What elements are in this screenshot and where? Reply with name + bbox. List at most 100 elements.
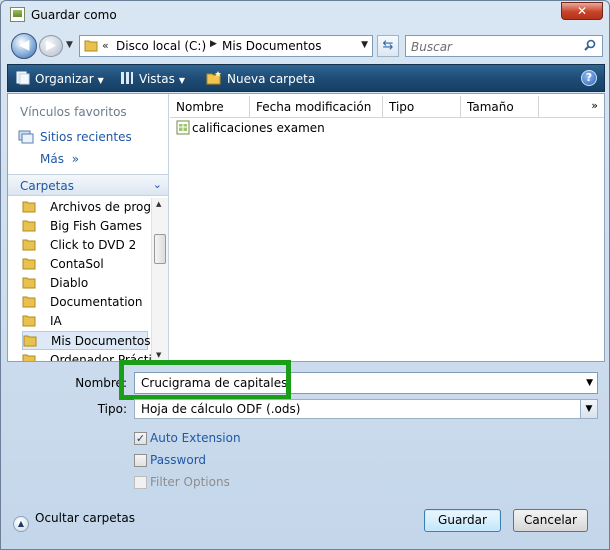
tree-item-ia[interactable]: IA	[22, 312, 151, 331]
folder-tree-scrollbar[interactable]: ▲ ▼	[151, 198, 168, 361]
file-name: calificaciones examen	[192, 121, 325, 135]
folder-icon	[22, 315, 36, 327]
organize-icon	[16, 71, 30, 85]
auto-extension-checkbox[interactable]: ✓	[134, 432, 147, 445]
views-label: Vistas	[139, 72, 175, 86]
breadcrumb-mis-documentos[interactable]: Mis Documentos	[222, 39, 322, 53]
filter-options-checkbox	[134, 476, 147, 489]
app-icon	[10, 7, 25, 22]
favorite-recent-places-label: Sitios recientes	[40, 130, 132, 144]
chevron-up-icon: ▲	[13, 516, 29, 532]
folder-tree: Archivos de programa Big Fish Games Clic…	[8, 198, 151, 361]
scrollbar-thumb[interactable]	[154, 234, 166, 264]
scroll-up-icon[interactable]: ▲	[156, 200, 161, 208]
back-button[interactable]: ◀	[11, 33, 37, 59]
window-title: Guardar como	[31, 8, 117, 22]
folder-icon	[22, 296, 36, 308]
help-icon[interactable]: ?	[581, 70, 597, 86]
file-list-pane: Nombre Fecha modificación Tipo Tamaño » …	[170, 94, 604, 361]
scroll-down-icon[interactable]: ▼	[156, 351, 161, 359]
tree-item-archivos-de-programa[interactable]: Archivos de programa	[22, 198, 151, 217]
save-form: Nombre: Crucigrama de capitales ▼ Tipo: …	[7, 360, 605, 503]
organize-caret-icon: ▼	[97, 76, 104, 85]
folder-icon	[84, 40, 98, 52]
spreadsheet-file-icon	[176, 120, 190, 135]
tree-item-mis-documentos[interactable]: Mis Documentos	[22, 331, 151, 350]
address-dropdown-icon[interactable]: ▼	[361, 40, 368, 50]
save-button[interactable]: Guardar	[424, 509, 501, 532]
tree-item-diablo[interactable]: Diablo	[22, 274, 151, 293]
file-type-dropdown-icon[interactable]: ▼	[580, 400, 597, 418]
hide-folders-toggle[interactable]: ▲ Ocultar carpetas	[13, 511, 135, 532]
folders-header: Carpetas	[20, 179, 74, 193]
new-folder-label: Nueva carpeta	[227, 72, 316, 86]
tree-item-label: Click to DVD 2	[50, 238, 137, 252]
folder-icon	[22, 277, 36, 289]
tree-item-label: ContaSol	[50, 257, 104, 271]
address-overflow-icon[interactable]: «	[102, 39, 109, 52]
navigation-bar: ◀ ▶ ▼ « Disco local (C:) ▶ Mis Documento…	[7, 31, 605, 61]
folder-icon	[23, 335, 37, 347]
address-bar[interactable]: « Disco local (C:) ▶ Mis Documentos ▼	[79, 35, 373, 57]
tree-item-contasol[interactable]: ContaSol	[22, 255, 151, 274]
folder-icon	[22, 220, 36, 232]
recent-places-icon	[18, 130, 34, 144]
search-icon[interactable]	[584, 39, 596, 51]
breadcrumb-separator-icon[interactable]: ▶	[210, 39, 217, 49]
search-input[interactable]: Buscar	[405, 35, 603, 57]
organize-button[interactable]: Organizar ▼	[16, 71, 104, 86]
tree-item-label: Documentation	[50, 295, 143, 309]
save-as-dialog: Guardar como ✕ ◀ ▶ ▼ « Disco local (C:) …	[0, 0, 610, 550]
folder-icon	[22, 239, 36, 251]
folder-icon	[22, 258, 36, 270]
cancel-button[interactable]: Cancelar	[513, 509, 588, 532]
folders-header-bar[interactable]: Carpetas ⌄	[8, 174, 168, 196]
views-icon	[121, 72, 133, 84]
password-label: Password	[150, 453, 207, 467]
command-toolbar: Organizar ▼ Vistas ▼ Nueva carpeta ?	[7, 64, 605, 92]
tree-item-documentation[interactable]: Documentation	[22, 293, 151, 312]
breadcrumb-disco-local[interactable]: Disco local (C:)	[116, 39, 206, 53]
title-bar: Guardar como ✕	[1, 1, 609, 29]
file-name-label: Nombre:	[75, 376, 127, 390]
file-type-value: Hoja de cálculo ODF (.ods)	[141, 402, 301, 416]
file-item[interactable]: calificaciones examen	[176, 120, 325, 135]
column-header-row: Nombre Fecha modificación Tipo Tamaño »	[170, 96, 604, 118]
tree-item-label: Mis Documentos	[51, 334, 151, 348]
views-caret-icon: ▼	[178, 76, 185, 85]
close-button[interactable]: ✕	[561, 2, 603, 20]
refresh-button[interactable]: ⇆	[377, 35, 399, 57]
more-columns-icon[interactable]: »	[591, 99, 598, 112]
column-header-fecha[interactable]: Fecha modificación	[250, 96, 383, 118]
file-type-label: Tipo:	[97, 402, 127, 416]
tree-item-big-fish-games[interactable]: Big Fish Games	[22, 217, 151, 236]
column-header-tamano[interactable]: Tamaño	[461, 96, 539, 118]
chevron-down-icon[interactable]: ⌄	[153, 178, 162, 191]
recent-pages-dropdown-icon[interactable]: ▼	[66, 40, 73, 50]
folder-icon	[22, 201, 36, 213]
column-header-nombre[interactable]: Nombre	[170, 96, 250, 118]
tree-item-label: Big Fish Games	[50, 219, 143, 233]
tree-item-click-to-dvd[interactable]: Click to DVD 2	[22, 236, 151, 255]
column-header-tipo[interactable]: Tipo	[383, 96, 461, 118]
password-checkbox[interactable]	[134, 454, 147, 467]
filter-options-label: Filter Options	[150, 475, 230, 489]
search-placeholder: Buscar	[411, 40, 452, 54]
auto-extension-label: Auto Extension	[150, 431, 241, 445]
tree-item-label: Diablo	[50, 276, 89, 290]
file-name-dropdown-icon[interactable]: ▼	[586, 378, 593, 388]
forward-button[interactable]: ▶	[39, 35, 63, 57]
navigation-pane: Vínculos favoritos Sitios recientes Más …	[8, 94, 169, 361]
file-type-select[interactable]: Hoja de cálculo ODF (.ods) ▼	[134, 399, 598, 419]
views-button[interactable]: Vistas ▼	[120, 71, 185, 86]
browser-content: Vínculos favoritos Sitios recientes Más …	[7, 93, 605, 362]
tree-item-label: Archivos de programa	[50, 200, 151, 214]
new-folder-icon	[206, 71, 221, 85]
favorites-header: Vínculos favoritos	[20, 105, 127, 119]
tree-item-label: IA	[50, 314, 62, 328]
folder-icon	[22, 354, 36, 361]
favorite-recent-places[interactable]: Sitios recientes	[18, 130, 132, 144]
more-favorites-link[interactable]: Más »	[40, 152, 79, 166]
new-folder-button[interactable]: Nueva carpeta	[206, 71, 315, 86]
highlight-box	[119, 360, 291, 400]
